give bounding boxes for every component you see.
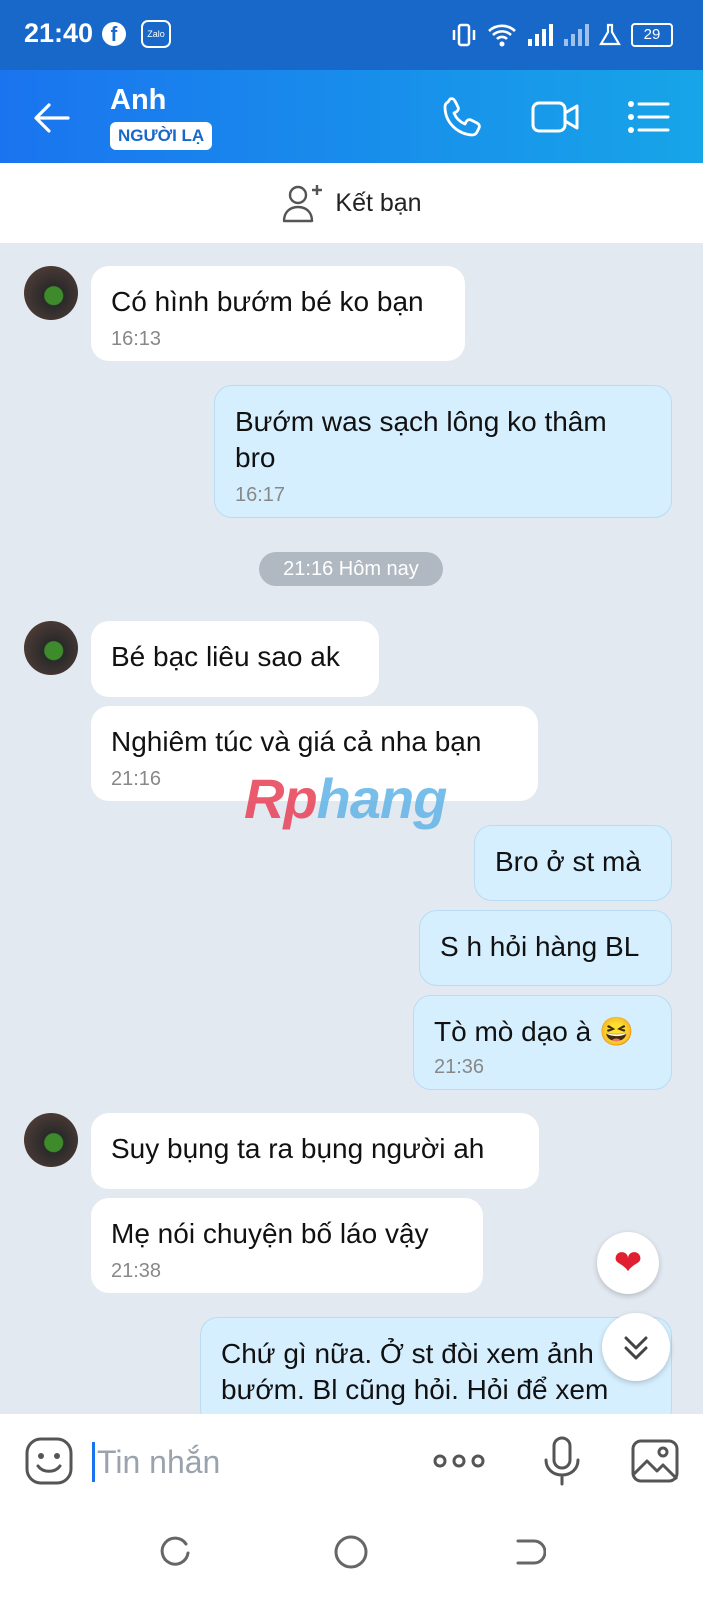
vibrate-icon xyxy=(452,23,476,47)
message-bubble[interactable]: Tò mò dạo à 😆 21:36 xyxy=(413,995,672,1090)
signal-icon xyxy=(528,24,553,46)
beaker-icon xyxy=(599,23,621,46)
avatar[interactable] xyxy=(24,621,78,675)
message-time: 21:36 xyxy=(434,1056,485,1078)
message-text: Nghiêm túc và giá cả nha bạn xyxy=(111,726,482,757)
message-input[interactable]: Tin nhắn xyxy=(92,1442,220,1482)
phone-icon[interactable] xyxy=(440,94,486,140)
message-bubble[interactable]: Bé bạc liêu sao ak xyxy=(91,621,379,697)
watermark-part: hang xyxy=(316,767,448,830)
message-bubble[interactable]: Có hình bướm bé ko bạn 16:13 xyxy=(91,266,465,361)
video-call-icon[interactable] xyxy=(530,94,582,140)
gallery-icon[interactable] xyxy=(630,1436,680,1486)
chat-header: Anh NGƯỜI LẠ xyxy=(0,70,703,163)
recent-apps-icon[interactable] xyxy=(158,1536,192,1570)
message-text-line: Chứ gì nữa. Ở st đòi xem ảnh xyxy=(221,1338,594,1369)
message-bubble[interactable]: S h hỏi hàng BL xyxy=(419,910,672,986)
message-text-line: Bướm was sạch lông ko thâm xyxy=(235,406,607,437)
message-input-bar: Tin nhắn xyxy=(0,1414,703,1510)
message-time: 16:13 xyxy=(111,328,162,350)
back-arrow-icon[interactable] xyxy=(32,98,72,138)
mic-icon[interactable] xyxy=(537,1436,587,1486)
message-text: Bé bạc liêu sao ak xyxy=(111,641,340,672)
message-text: S h hỏi hàng BL xyxy=(440,931,640,962)
date-divider: 21:16 Hôm nay xyxy=(259,552,443,586)
contact-name[interactable]: Anh xyxy=(110,84,166,117)
watermark: Rphang xyxy=(244,766,448,831)
message-text: Tò mò dạo à 😆 xyxy=(434,1016,634,1047)
wifi-icon xyxy=(488,24,516,47)
emoji-icon[interactable] xyxy=(24,1436,74,1486)
status-time: 21:40 xyxy=(24,18,94,48)
home-icon[interactable] xyxy=(333,1534,369,1570)
message-bubble[interactable]: Suy bụng ta ra bụng người ah xyxy=(91,1113,539,1189)
menu-list-icon[interactable] xyxy=(626,94,670,140)
message-bubble[interactable]: Bro ở st mà xyxy=(474,825,672,901)
add-friend-label: Kết bạn xyxy=(335,188,422,217)
battery-icon: 29 xyxy=(631,23,673,47)
message-time: 16:17 xyxy=(235,484,286,506)
message-text: Suy bụng ta ra bụng người ah xyxy=(111,1133,485,1164)
message-text: Có hình bướm bé ko bạn xyxy=(111,286,424,317)
watermark-part: Rp xyxy=(244,767,318,830)
add-user-icon xyxy=(283,185,323,223)
message-bubble[interactable]: Bướm was sạch lông ko thâm bro 16:17 xyxy=(214,385,672,518)
message-text-line: bro xyxy=(235,442,276,473)
scroll-to-bottom-button[interactable] xyxy=(602,1313,670,1381)
message-time: 21:16 xyxy=(111,768,162,790)
facebook-icon: f xyxy=(102,22,126,46)
avatar[interactable] xyxy=(24,266,78,320)
avatar[interactable] xyxy=(24,1113,78,1167)
double-chevron-down-icon xyxy=(624,1336,648,1360)
signal-icon xyxy=(564,24,589,46)
status-bar: 21:40 f Zalo 29 xyxy=(0,0,703,70)
back-icon[interactable] xyxy=(512,1536,546,1570)
message-time: 21:38 xyxy=(111,1260,162,1282)
heart-reaction-button[interactable]: ❤ xyxy=(597,1232,659,1294)
zalo-icon: Zalo xyxy=(141,20,171,48)
message-text: Mẹ nói chuyện bố láo vậy xyxy=(111,1218,429,1249)
stranger-badge: NGƯỜI LẠ xyxy=(110,122,213,150)
add-friend-bar[interactable]: Kết bạn xyxy=(0,163,703,243)
message-text-line: bướm. Bl cũng hỏi. Hỏi để xem xyxy=(221,1374,609,1405)
more-icon[interactable] xyxy=(432,1436,486,1486)
message-text: Bro ở st mà xyxy=(495,846,641,877)
status-icons: 29 xyxy=(451,20,673,50)
system-nav-bar xyxy=(0,1510,703,1600)
message-bubble[interactable]: Mẹ nói chuyện bố láo vậy 21:38 xyxy=(91,1198,483,1293)
